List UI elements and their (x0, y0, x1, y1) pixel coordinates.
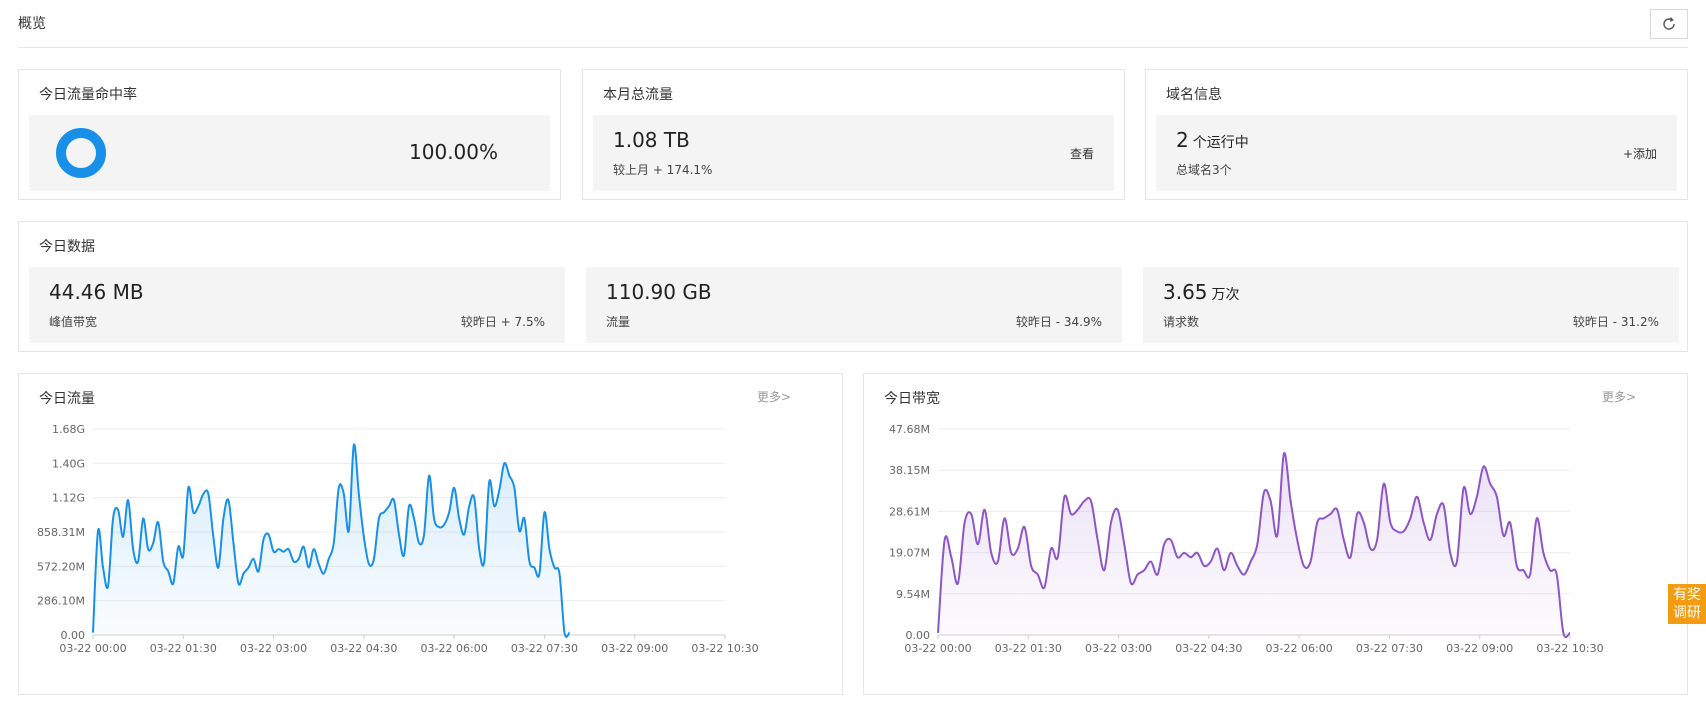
stat-compare: 较昨日 - 34.9% (1015, 315, 1102, 329)
today-data-title: 今日数据 (39, 239, 95, 255)
domain-running-count: 2 (1176, 128, 1189, 152)
today-data-card: 今日数据 44.46 MB 峰值带宽 较昨日 + 7.5% 110.90 GB … (18, 221, 1688, 352)
page-title: 概览 (18, 16, 46, 32)
y-tick-label: 0.00 (906, 629, 931, 642)
stat-value-unit: 万次 (1211, 287, 1240, 303)
hit-rate-card: 今日流量命中率 100.00% (18, 69, 561, 200)
monthly-traffic-compare: 较上月 + 174.1% (613, 163, 713, 177)
x-tick-label: 03-22 03:00 (240, 642, 307, 655)
stat-label: 峰值带宽 (49, 315, 98, 329)
x-tick-label: 03-22 07:30 (511, 642, 578, 655)
survey-line2: 调研 (1673, 605, 1701, 621)
y-tick-label: 1.12G (52, 492, 85, 505)
y-tick-label: 9.54M (896, 588, 930, 601)
hit-rate-value: 100.00% (409, 140, 498, 164)
monthly-traffic-title: 本月总流量 (603, 87, 673, 103)
traffic-chart: 0.00 286.10M 572.20M 858.31M 1.12G 1.40G 1.68G… (37, 424, 759, 655)
traffic-chart-card: 今日流量 更多> 0.00 286.10M 572.20M 858.31M 1.12G 1… (18, 373, 843, 695)
y-tick-label: 47.68M (889, 424, 930, 436)
stat-value: 3.65 万次 (1163, 280, 1240, 304)
monthly-traffic-value: 1.08 TB (613, 128, 690, 152)
hit-rate-title: 今日流量命中率 (39, 87, 137, 103)
stat-value-number: 44.46 MB (49, 280, 144, 304)
bandwidth-chart: 0.00 9.54M 19.07M 28.61M 38.15M 47.68M 03-22 0… (889, 424, 1604, 655)
stat-value: 44.46 MB (49, 280, 148, 304)
y-tick-label: 28.61M (889, 505, 930, 518)
stat-traffic: 110.90 GB 流量 较昨日 - 34.9% (586, 267, 1122, 343)
x-tick-label: 03-22 00:00 (904, 642, 971, 655)
traffic-more-link[interactable]: 更多> (757, 388, 791, 405)
y-tick-label: 38.15M (889, 464, 930, 477)
survey-line1: 有奖 (1673, 587, 1701, 603)
y-tick-label: 19.07M (889, 547, 930, 560)
bandwidth-chart-card: 今日带宽 更多> 0.00 9.54M 19.07M 28.61M 38.15M 47.6… (863, 373, 1688, 695)
y-tick-label: 0.00 (61, 629, 86, 642)
view-link[interactable]: 查看 (1070, 145, 1094, 162)
y-tick-label: 1.68G (52, 424, 85, 436)
y-tick-label: 858.31M (37, 526, 85, 539)
x-tick-label: 03-22 09:00 (601, 642, 668, 655)
x-tick-label: 03-22 09:00 (1446, 642, 1513, 655)
stat-compare: 较昨日 - 31.2% (1572, 315, 1659, 329)
stat-value-number: 3.65 (1163, 280, 1208, 304)
x-tick-label: 03-22 03:00 (1085, 642, 1152, 655)
y-tick-label: 1.40G (52, 457, 85, 470)
stat-label: 流量 (606, 315, 631, 329)
y-tick-label: 286.10M (37, 595, 85, 608)
y-tick-label: 572.20M (37, 560, 85, 573)
stat-peak-bandwidth: 44.46 MB 峰值带宽 较昨日 + 7.5% (29, 267, 565, 343)
stat-requests: 3.65 万次 请求数 较昨日 - 31.2% (1143, 267, 1679, 343)
stat-compare: 较昨日 + 7.5% (460, 315, 545, 329)
x-tick-label: 03-22 04:30 (330, 642, 397, 655)
hit-rate-donut (56, 128, 106, 178)
domain-running-label: 个运行中 (1192, 135, 1249, 151)
monthly-traffic-panel: 1.08 TB 较上月 + 174.1% 查看 (593, 115, 1114, 191)
domain-info-panel: 2 个运行中 总域名3个 +添加 (1156, 115, 1677, 191)
x-tick-label: 03-22 10:30 (1536, 642, 1603, 655)
add-domain-link[interactable]: +添加 (1623, 145, 1657, 162)
refresh-icon (1663, 17, 1675, 30)
bandwidth-chart-title: 今日带宽 (884, 391, 940, 407)
domain-running: 2 个运行中 (1176, 128, 1249, 152)
monthly-traffic-card: 本月总流量 1.08 TB 较上月 + 174.1% 查看 (582, 69, 1125, 200)
x-tick-label: 03-22 06:00 (421, 642, 488, 655)
series-area (938, 452, 1570, 638)
series-area (93, 444, 570, 637)
stat-value-number: 110.90 GB (606, 280, 712, 304)
x-tick-label: 03-22 00:00 (59, 642, 126, 655)
top-bar: 概览 (18, 0, 1688, 48)
x-tick-label: 03-22 04:30 (1175, 642, 1242, 655)
bandwidth-more-link[interactable]: 更多> (1602, 388, 1636, 405)
survey-badge[interactable]: 有奖 调研 (1668, 584, 1706, 624)
stat-value: 110.90 GB (606, 280, 716, 304)
traffic-chart-title: 今日流量 (39, 391, 95, 407)
refresh-button[interactable] (1650, 9, 1688, 39)
domain-info-title: 域名信息 (1166, 87, 1222, 103)
domain-total: 总域名3个 (1176, 163, 1232, 177)
x-tick-label: 03-22 10:30 (691, 642, 758, 655)
x-tick-label: 03-22 06:00 (1266, 642, 1333, 655)
stat-label: 请求数 (1163, 315, 1200, 329)
x-tick-label: 03-22 07:30 (1356, 642, 1423, 655)
domain-info-card: 域名信息 2 个运行中 总域名3个 +添加 (1145, 69, 1688, 200)
x-tick-label: 03-22 01:30 (995, 642, 1062, 655)
x-tick-label: 03-22 01:30 (150, 642, 217, 655)
hit-rate-panel: 100.00% (29, 115, 550, 191)
